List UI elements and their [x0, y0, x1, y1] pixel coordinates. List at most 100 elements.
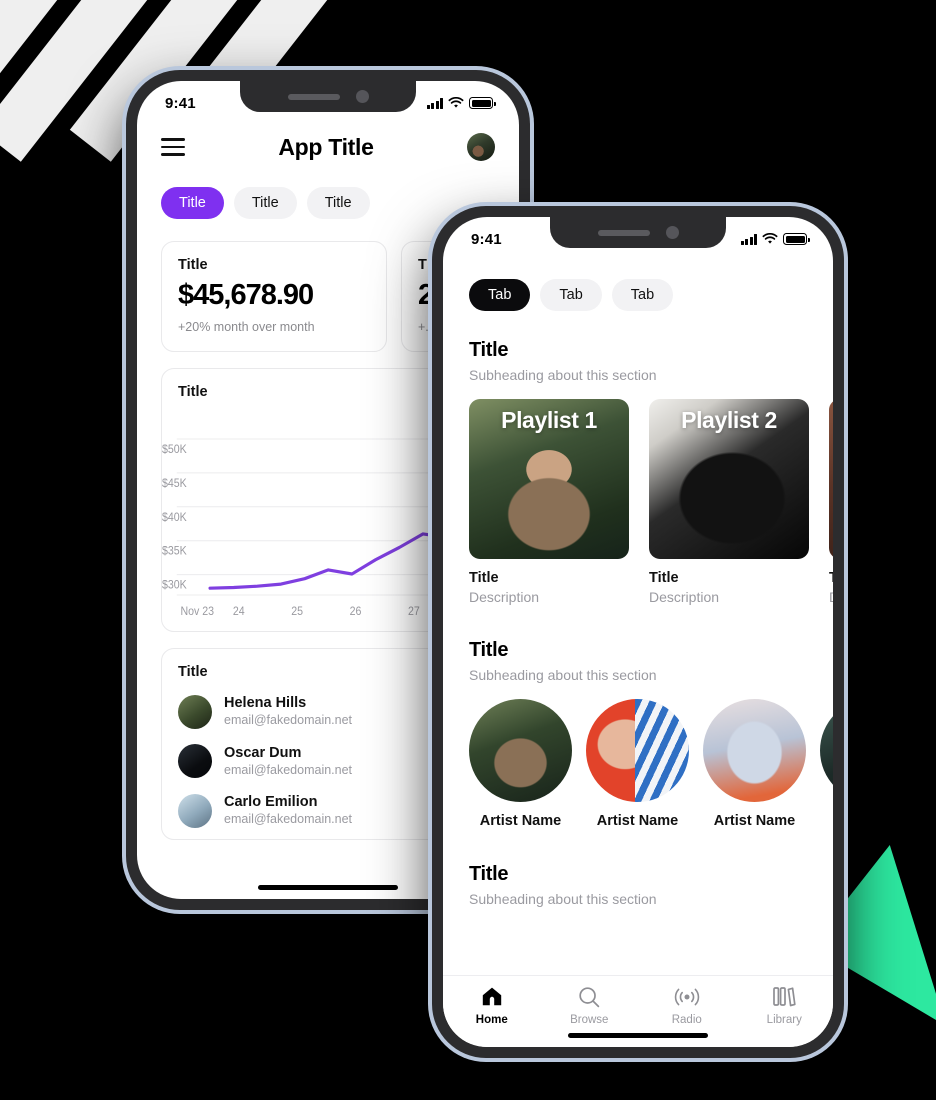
- earpiece-speaker-icon: [287, 93, 340, 100]
- artist-carousel[interactable]: Artist Name Artist Name Artist Name Ar: [443, 683, 833, 829]
- playlist-art-label: Playlist 2: [681, 407, 777, 433]
- phone-notch: [550, 217, 726, 248]
- artist-name: Artist Name: [596, 813, 679, 829]
- svg-text:26: 26: [350, 606, 362, 618]
- playlist-carousel[interactable]: Playlist 1 Title Description Playlist 2 …: [443, 383, 833, 605]
- artist-card[interactable]: Artist Name: [586, 699, 689, 829]
- hamburger-menu-icon[interactable]: [161, 138, 185, 156]
- contact-email: email@fakedomain.net: [224, 762, 353, 777]
- playlist-title: Title: [649, 570, 679, 586]
- signal-bars-icon: [426, 97, 443, 109]
- section-header-playlists: Title Subheading about this section: [443, 311, 833, 383]
- contact-avatar: [178, 744, 212, 779]
- playlist-card[interactable]: P Titl Des: [829, 399, 833, 605]
- contact-name: Helena Hills: [224, 695, 307, 711]
- svg-text:25: 25: [291, 606, 303, 618]
- playlist-title: Titl: [829, 570, 833, 586]
- tab-radio[interactable]: Radio: [638, 985, 736, 1026]
- svg-text:27: 27: [408, 606, 420, 618]
- front-camera-icon: [355, 90, 369, 103]
- stat-subtext: +20% month over month: [178, 320, 315, 334]
- battery-icon: [469, 97, 496, 109]
- home-indicator: [258, 885, 398, 890]
- stat-card-primary[interactable]: Title $45,678.90 +20% month over month: [161, 241, 387, 352]
- tab-label: Radio: [671, 1014, 702, 1026]
- section-subheading: Subheading about this section: [469, 891, 657, 907]
- tab-label: Browse: [570, 1014, 609, 1026]
- svg-text:$50K: $50K: [162, 444, 187, 456]
- phone-notch: [240, 81, 416, 112]
- svg-text:$40K: $40K: [162, 511, 187, 523]
- music-phone-mockup: 9:41 Tab Tab Tab Title Subheading about …: [432, 206, 844, 1058]
- music-screen: 9:41 Tab Tab Tab Title Subheading about …: [443, 217, 833, 1047]
- svg-text:$30K: $30K: [162, 579, 187, 591]
- artist-avatar: [703, 699, 806, 802]
- playlist-art-label: Playlist 1: [501, 407, 597, 433]
- filter-pill-3[interactable]: Title: [306, 187, 370, 219]
- artist-card[interactable]: Artist Name: [469, 699, 572, 829]
- tab-row: Tab Tab Tab: [443, 255, 833, 311]
- tab-label: Home: [475, 1014, 508, 1026]
- section-title: Title: [469, 863, 509, 885]
- front-camera-icon: [665, 226, 679, 239]
- playlist-artwork: Playlist 1: [469, 399, 629, 559]
- battery-icon: [783, 233, 810, 245]
- artist-avatar: [469, 699, 572, 802]
- playlist-description: Description: [469, 589, 540, 605]
- section-header-artists: Title Subheading about this section: [443, 605, 833, 683]
- artist-name: Artist Name: [479, 813, 562, 829]
- playlist-artwork: Playlist 2: [649, 399, 809, 559]
- playlist-card[interactable]: Playlist 1 Title Description: [469, 399, 629, 605]
- contact-name: Carlo Emilion: [224, 794, 318, 811]
- playlist-description: Des: [829, 589, 833, 605]
- wifi-icon: [448, 97, 464, 108]
- page-title: App Title: [278, 133, 374, 160]
- library-books-icon: [772, 985, 796, 1008]
- svg-text:Nov 23: Nov 23: [180, 606, 214, 618]
- wifi-icon: [762, 233, 778, 244]
- artist-avatar: [586, 699, 689, 802]
- playlist-description: Description: [649, 589, 720, 605]
- filter-pill-2[interactable]: Title: [233, 187, 297, 219]
- section-title: Title: [469, 639, 509, 661]
- home-icon: [481, 985, 503, 1008]
- artist-name: Ar: [820, 813, 833, 829]
- artist-avatar: [820, 699, 833, 802]
- stat-value: $45,678.90: [178, 279, 314, 311]
- artist-card[interactable]: Ar: [820, 699, 833, 829]
- section-title: Title: [469, 339, 509, 361]
- contact-email: email@fakedomain.net: [224, 812, 353, 827]
- status-icons: [426, 97, 496, 109]
- playlist-card[interactable]: Playlist 2 Title Description: [649, 399, 809, 605]
- tab-label: Library: [766, 1014, 802, 1026]
- svg-text:$35K: $35K: [162, 545, 187, 557]
- contact-avatar: [178, 694, 212, 729]
- playlist-title: Title: [469, 570, 499, 586]
- tab-browse[interactable]: Browse: [541, 985, 639, 1026]
- contact-email: email@fakedomain.net: [224, 713, 353, 728]
- playlist-art-label: P: [829, 407, 833, 434]
- tab-3[interactable]: Tab: [611, 279, 674, 311]
- filter-pill-1[interactable]: Title: [161, 187, 224, 219]
- radio-broadcast-icon: [674, 985, 700, 1008]
- app-header: App Title: [137, 119, 519, 161]
- avatar[interactable]: [466, 133, 495, 161]
- artist-name: Artist Name: [713, 813, 796, 829]
- signal-bars-icon: [740, 233, 757, 245]
- earpiece-speaker-icon: [597, 229, 650, 236]
- tab-2[interactable]: Tab: [540, 279, 602, 311]
- contact-name: Oscar Dum: [224, 744, 302, 761]
- tab-1[interactable]: Tab: [469, 279, 531, 311]
- search-icon: [578, 985, 600, 1008]
- status-time: 9:41: [471, 230, 502, 248]
- stat-label: Title: [178, 257, 208, 273]
- section-header-third: Title Subheading about this section: [443, 829, 833, 907]
- status-icons: [740, 233, 810, 245]
- artist-card[interactable]: Artist Name: [703, 699, 806, 829]
- status-time: 9:41: [165, 94, 196, 112]
- tab-library[interactable]: Library: [736, 985, 834, 1026]
- tab-home[interactable]: Home: [443, 985, 541, 1026]
- home-indicator: [568, 1033, 708, 1038]
- section-subheading: Subheading about this section: [469, 667, 657, 683]
- contact-avatar: [178, 794, 212, 829]
